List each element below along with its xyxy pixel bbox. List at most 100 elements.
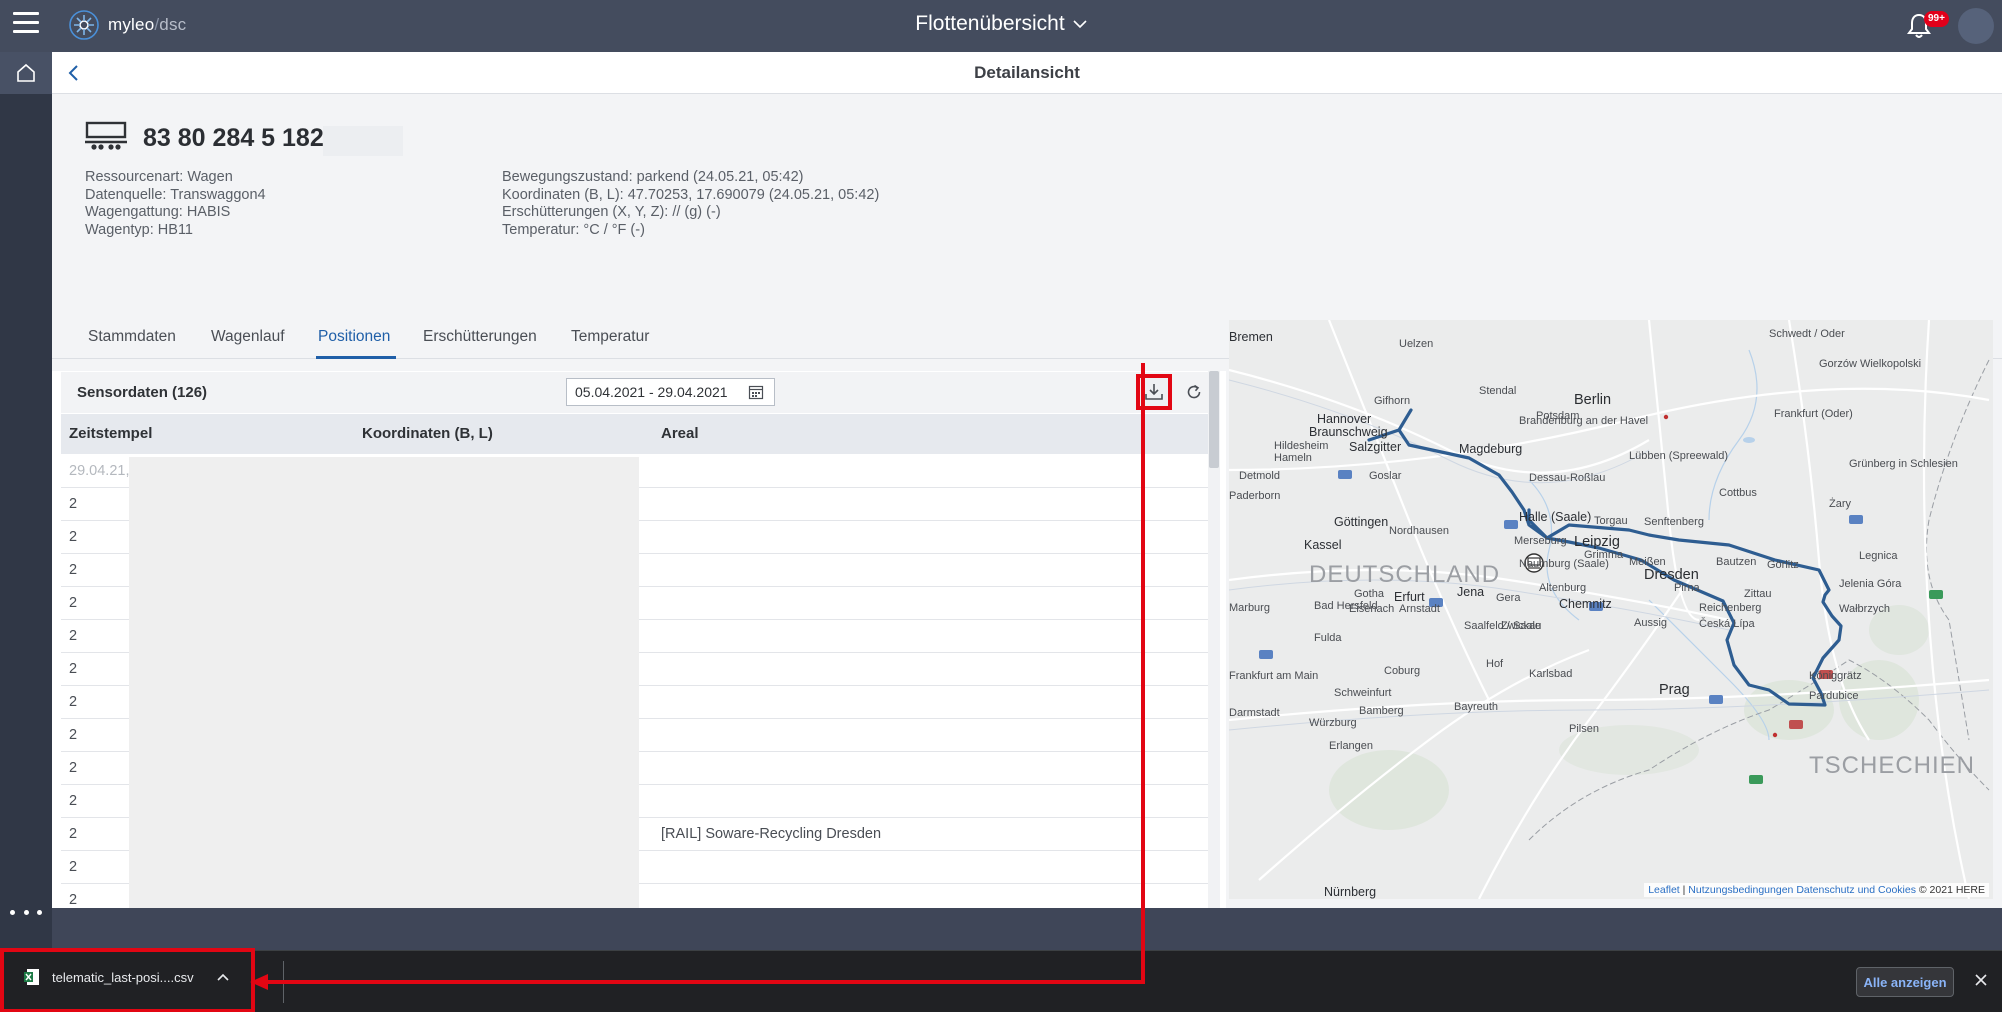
map-label-hannover: Hannover [1317,412,1372,426]
map-label-altenburg: Altenburg [1539,582,1587,594]
sensor-data-panel: Sensordaten (126) 05.04.2021 - 29.04.202… [52,319,1226,950]
map-label-pirna: Pirna [1674,582,1700,594]
map-label-salzgitter: Salzgitter [1349,440,1402,454]
map-label-darmstadt: Darmstadt [1229,707,1280,719]
redaction-mask [323,126,403,156]
map-label-merseburg: Merseburg [1514,535,1567,547]
show-all-downloads-button[interactable]: Alle anzeigen [1856,967,1954,997]
map-label-goerlitz: Görlitz [1767,559,1799,571]
meta-right: Bewegungszustand: parkend (24.05.21, 05:… [502,169,879,239]
map-label-bamberg: Bamberg [1359,705,1404,717]
map-label-legnica: Legnica [1859,550,1898,562]
map-label-brandenburg: Brandenburg an der Havel [1519,415,1649,427]
map-label-detmold: Detmold [1239,470,1280,482]
map-label-naumburg: Naumburg (Saale) [1519,558,1609,570]
refresh-icon [1187,384,1201,399]
table-scroll-thumb[interactable] [1209,371,1219,468]
map-label-frankfurt-main: Frankfurt am Main [1229,670,1319,682]
content-footer-strip [52,908,2002,950]
calendar-icon[interactable] [748,384,764,400]
map-label-zittau: Zittau [1744,588,1772,600]
cell-zeitstempel: 2 [69,793,78,809]
map-label-paderborn: Paderborn [1229,490,1281,502]
column-header-zeitstempel[interactable]: Zeitstempel [69,425,152,442]
main-content: Detailansicht 83 80 284 5 182 Ressourcen… [52,52,2002,950]
meta-data-source: Datenquelle: Transwaggon4 [85,186,266,203]
close-icon[interactable] [1974,973,1988,987]
map-label-nordhausen: Nordhausen [1389,525,1449,537]
app-logo[interactable]: myleo/dsc [68,8,186,42]
map-label-dresden: Dresden [1644,567,1699,583]
map-label-berlin: Berlin [1574,392,1612,408]
map-label-bremen: Bremen [1229,330,1273,344]
map-label-aussig: Aussig [1634,617,1668,629]
map-label-erlangen: Erlangen [1329,740,1374,752]
home-icon [17,63,35,82]
map-label-zary: Żary [1829,498,1851,510]
column-header-koordinaten[interactable]: Koordinaten (B, L) [362,425,493,442]
cell-areal: [RAIL] Soware-Recycling Dresden [661,826,882,842]
map[interactable]: Bremen Hannover Braunschweig Salzgitter Berl… [1229,320,1993,899]
map-label-pilsen: Pilsen [1569,723,1599,735]
map-label-leipzig: Leipzig [1574,534,1620,550]
map-label-gera: Gera [1496,592,1521,604]
map-label-nuernberg: Nürnberg [1324,885,1377,899]
meta-temperature: Temperatur: °C / °F (-) [502,221,645,238]
cell-zeitstempel: 2 [69,727,78,743]
download-icon [1145,384,1163,400]
map-label-wolfsburg: Gifhorn [1374,395,1411,407]
more-icon[interactable] [10,902,42,922]
map-label-schwedt: Schwedt / Oder [1769,328,1845,340]
refresh-button[interactable] [1181,379,1207,405]
home-button[interactable] [0,52,52,94]
menu-icon[interactable] [13,12,39,34]
map-label-torgau: Torgau [1594,515,1628,527]
avatar[interactable] [1958,8,1994,44]
date-range-picker[interactable]: 05.04.2021 - 29.04.2021 [566,378,775,406]
terms-link[interactable]: Nutzungsbedingungen [1688,884,1793,896]
map-label-prag: Prag [1659,682,1690,698]
top-bar: myleo/dsc Flottenübersicht 99+ [0,0,2002,52]
meta-wagon-type: Wagentyp: HB11 [85,221,193,238]
chevron-up-icon[interactable] [216,972,230,982]
map-label-hof: Hof [1486,658,1504,670]
map-label-braunschweig: Braunschweig [1309,425,1388,439]
fleet-overview-dropdown[interactable]: Flottenübersicht [915,12,1087,36]
excel-file-icon [24,969,39,985]
map-label-tschechien: TSCHECHIEN [1809,752,1976,779]
wagon-id: 83 80 284 5 182 [143,124,324,152]
map-label-magdeburg: Magdeburg [1459,442,1523,456]
map-label-koeniggraetz: Königgrätz [1809,670,1862,682]
map-label-marburg: Marburg [1229,602,1270,614]
table-toolbar: Sensordaten (126) 05.04.2021 - 29.04.202… [61,372,1217,413]
left-rail [0,52,52,1012]
map-label-gorzow: Gorzów Wielkopolski [1819,358,1922,370]
map-label-bayreuth: Bayreuth [1454,701,1499,713]
meta-coordinates: Koordinaten (B, L): 47.70253, 17.690079 … [502,186,880,203]
download-button[interactable] [1136,374,1172,410]
download-item[interactable]: telematic_last-posi....csv [0,948,255,1012]
map-label-goslar: Goslar [1369,470,1402,482]
map-copyright: © 2021 HERE [1918,884,1985,896]
map-label-schweinfurt: Schweinfurt [1334,687,1392,699]
notification-badge: 99+ [1924,11,1949,27]
column-header-areal[interactable]: Areal [661,425,699,442]
cell-zeitstempel: 2 [69,892,78,908]
divider [283,961,284,1003]
meta-left: Ressourcenart: Wagen Datenquelle: Transw… [85,169,266,239]
map-label-hameln: Hameln [1274,452,1312,464]
map-label-kassel: Kassel [1304,538,1342,552]
browser-download-bar: telematic_last-posi....csv Alle anzeigen [0,948,2002,1012]
leaflet-link[interactable]: Leaflet [1648,884,1680,896]
map-label-saalfeld: Saalfeld / Saale [1464,620,1542,632]
cell-zeitstempel: 2 [69,661,78,677]
redaction-mask [129,457,639,908]
meta-shocks: Erschütterungen (X, Y, Z): // (g) (-) [502,204,721,220]
download-file-name: telematic_last-posi....csv [52,970,194,985]
privacy-link[interactable]: Datenschutz und Cookies [1796,884,1916,896]
map-label-frankfurt-oder: Frankfurt (Oder) [1774,408,1853,420]
map-attribution: Leaflet | Nutzungsbedingungen Datenschut… [1644,883,1989,897]
cell-zeitstempel: 2 [69,562,78,578]
map-label-eisenach: Eisenach [1349,603,1395,615]
map-label-arnstadt: Arnstadt [1399,603,1440,615]
